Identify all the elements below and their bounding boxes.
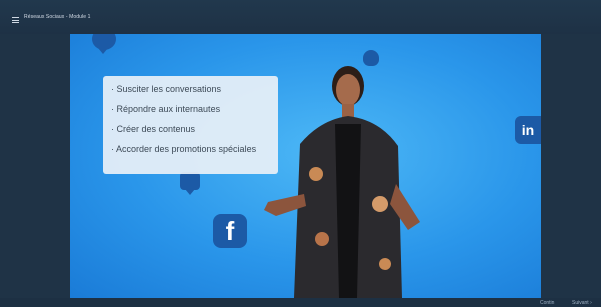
top-bar: Réseaux Sociaux - Module 1 [0,0,601,34]
hamburger-menu-icon[interactable] [12,17,19,23]
continue-button[interactable]: Contin [540,300,554,306]
bullet-item: · Créer des contenus [111,124,196,134]
bullet-item: · Susciter les conversations [111,84,222,94]
video-player[interactable]: f in · Susciter les conversations · Répo… [70,34,541,298]
presenter-figure [264,66,420,298]
player-footer: Contin Suivant › [0,298,601,307]
bullet-item: · Répondre aux internautes [111,104,221,114]
course-title: Réseaux Sociaux - Module 1 [24,14,91,20]
chat-bubble-icon [92,34,116,54]
next-button[interactable]: Suivant › [572,300,592,306]
location-pin-icon [180,172,200,195]
linkedin-icon: in [515,116,541,144]
